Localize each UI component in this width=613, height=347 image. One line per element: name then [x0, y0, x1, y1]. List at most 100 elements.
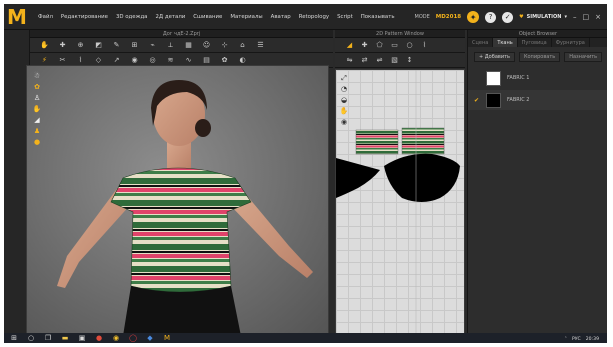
minimize-button[interactable]: –	[573, 13, 577, 21]
button-tool-icon[interactable]: ◉	[130, 56, 139, 64]
texture-icon[interactable]: ▦	[184, 41, 193, 49]
free-sew-icon[interactable]: ⇄	[360, 56, 369, 64]
simulation-label: SIMULATION	[526, 14, 562, 20]
chrome-icon[interactable]: ◉	[112, 334, 120, 342]
pattern-zoom-icon[interactable]: ⤢	[340, 74, 348, 82]
mode-icon[interactable]: ✦	[467, 11, 480, 23]
search-icon[interactable]: ○	[27, 334, 35, 342]
menu-sewing[interactable]: Сшивание	[193, 14, 222, 20]
segment-sew-icon[interactable]: ⇋	[345, 56, 354, 64]
menu-2d-pattern[interactable]: 2Д детали	[155, 14, 185, 20]
copy-fabric-button[interactable]: Копировать	[518, 52, 561, 62]
graphic-icon[interactable]: ✿	[220, 56, 229, 64]
browser-icon[interactable]: ●	[95, 334, 103, 342]
opera-icon[interactable]: ◯	[129, 334, 137, 342]
fabric-item-2[interactable]: ✔ FABRIC 2	[468, 90, 607, 110]
windows-icon[interactable]: ⊞	[10, 334, 18, 342]
grain-icon[interactable]: ↕	[405, 56, 414, 64]
texture-edit-icon[interactable]: ▧	[390, 56, 399, 64]
pattern-fabric-icon[interactable]: ◒	[340, 96, 348, 104]
toolbar-2d-row2: ⇋ ⇄ ⇌ ▧ ↕	[335, 53, 465, 68]
layer-icon[interactable]: ☰	[256, 41, 265, 49]
simulation-toggle[interactable]: ♥ SIMULATION ▾	[519, 14, 567, 20]
display-garment-icon[interactable]: ✿	[33, 83, 41, 91]
menu-display[interactable]: Показывать	[361, 14, 395, 20]
close-button[interactable]: ×	[595, 13, 601, 21]
object-browser-actions: + Добавить Копировать Назначить	[468, 50, 607, 64]
trace-icon[interactable]: ↗	[112, 56, 121, 64]
tape-icon[interactable]: ⌁	[148, 41, 157, 49]
language-indicator[interactable]: РУС	[572, 337, 581, 342]
menu-materials[interactable]: Материалы	[230, 14, 262, 20]
select-icon[interactable]: ✋	[40, 41, 49, 49]
tab-fabric[interactable]: Ткань	[493, 38, 518, 47]
task-view-icon[interactable]: ❐	[44, 334, 52, 342]
menu-script[interactable]: Script	[337, 14, 353, 20]
help-icon[interactable]: ?	[485, 11, 497, 23]
menu-bar: M Файл Редактирование 3D одежда 2Д детал…	[4, 4, 607, 30]
display-skeleton-icon[interactable]: ♟	[33, 127, 41, 135]
pin-icon[interactable]: ⊕	[76, 41, 85, 49]
pattern-settings-icon[interactable]: ◉	[340, 118, 348, 126]
add-fabric-button[interactable]: + Добавить	[474, 52, 515, 62]
clock[interactable]: 20:39	[586, 337, 599, 342]
assign-fabric-button[interactable]: Назначить	[564, 52, 603, 62]
simulate-icon[interactable]: ⚡	[40, 56, 49, 64]
fabric-item-1[interactable]: FABRIC 1	[468, 68, 607, 88]
marvelous-designer-taskbar-icon[interactable]: M	[163, 334, 171, 342]
fabric-1-swatch	[486, 70, 501, 86]
viewport-3d[interactable]: ☃ ✿ ♙ ✋ ◢ ♟ ●	[26, 65, 329, 335]
edit-point-icon[interactable]: ✚	[360, 41, 369, 49]
hide-icon[interactable]: ◐	[238, 56, 247, 64]
display-pin-icon[interactable]: ◢	[33, 116, 41, 124]
tab-hardware[interactable]: Фурнитура	[552, 38, 590, 47]
menu-edit[interactable]: Редактирование	[61, 14, 108, 20]
maximize-button[interactable]: □	[583, 13, 590, 21]
mesh-icon[interactable]: ⊞	[130, 41, 139, 49]
app-icon[interactable]: ◆	[146, 334, 154, 342]
pattern-2d-window[interactable]: ⤢ ◔ ◒ ✋ ◉	[335, 69, 465, 339]
transform-icon[interactable]: ◢	[345, 41, 354, 49]
move-icon[interactable]: ✚	[58, 41, 67, 49]
fold-icon[interactable]: ◩	[94, 41, 103, 49]
pattern-2d-title: 2D Pattern Window	[335, 30, 465, 38]
display-avatar-icon[interactable]: ☃	[33, 72, 41, 80]
brush-icon[interactable]: ✎	[112, 41, 121, 49]
fabric-1-name: FABRIC 1	[507, 75, 530, 81]
internal-line-icon[interactable]: ⌇	[420, 41, 429, 49]
dart-icon[interactable]: ◇	[94, 56, 103, 64]
pattern-grain-icon[interactable]: ✋	[340, 107, 349, 115]
file-explorer-icon[interactable]: ▬	[61, 334, 69, 342]
rectangle-icon[interactable]: ▭	[390, 41, 399, 49]
display-pose-icon[interactable]: ♙	[33, 94, 41, 102]
display-texture-icon[interactable]: ✋	[33, 105, 42, 113]
user-icon[interactable]: ✓	[502, 11, 514, 23]
tray-arrow-icon[interactable]: ˄	[565, 337, 567, 342]
stitch-icon[interactable]: ✂	[58, 56, 67, 64]
toolbar-2d-row1: ◢ ✚ ⬠ ▭ ○ ⌇	[335, 38, 465, 53]
lock-icon[interactable]: ⌂	[238, 41, 247, 49]
pattern-icon[interactable]: ▤	[202, 56, 211, 64]
tab-button[interactable]: Пуговица	[518, 38, 552, 47]
object-browser: Object Browser Сцена Ткань Пуговица Фурн…	[467, 30, 607, 343]
seam-icon[interactable]: ⌇	[76, 56, 85, 64]
circle-icon[interactable]: ○	[405, 41, 414, 49]
menu-retopology[interactable]: Retopology	[299, 14, 329, 20]
arrange-icon[interactable]: ⊹	[220, 41, 229, 49]
store-icon[interactable]: ▣	[78, 334, 86, 342]
buttonhole-icon[interactable]: ◎	[148, 56, 157, 64]
tab-scene[interactable]: Сцена	[468, 38, 494, 47]
display-render-icon[interactable]: ●	[33, 138, 41, 146]
menu-avatar[interactable]: Аватар	[271, 14, 291, 20]
windows-taskbar: ⊞ ○ ❐ ▬ ▣ ● ◉ ◯ ◆ M ˄ РУС 20:39	[4, 333, 607, 343]
mode-name[interactable]: MD2018	[436, 14, 461, 20]
zipper-icon[interactable]: ≋	[166, 56, 175, 64]
measure-icon[interactable]: ⟂	[166, 41, 175, 49]
avatar-tool-icon[interactable]: ☺	[202, 41, 211, 49]
pattern-show-icon[interactable]: ◔	[340, 85, 348, 93]
menu-3d-garment[interactable]: 3D одежда	[116, 14, 148, 20]
edit-sew-icon[interactable]: ⇌	[375, 56, 384, 64]
puckering-icon[interactable]: ∿	[184, 56, 193, 64]
polygon-icon[interactable]: ⬠	[375, 41, 384, 49]
menu-file[interactable]: Файл	[38, 14, 53, 20]
